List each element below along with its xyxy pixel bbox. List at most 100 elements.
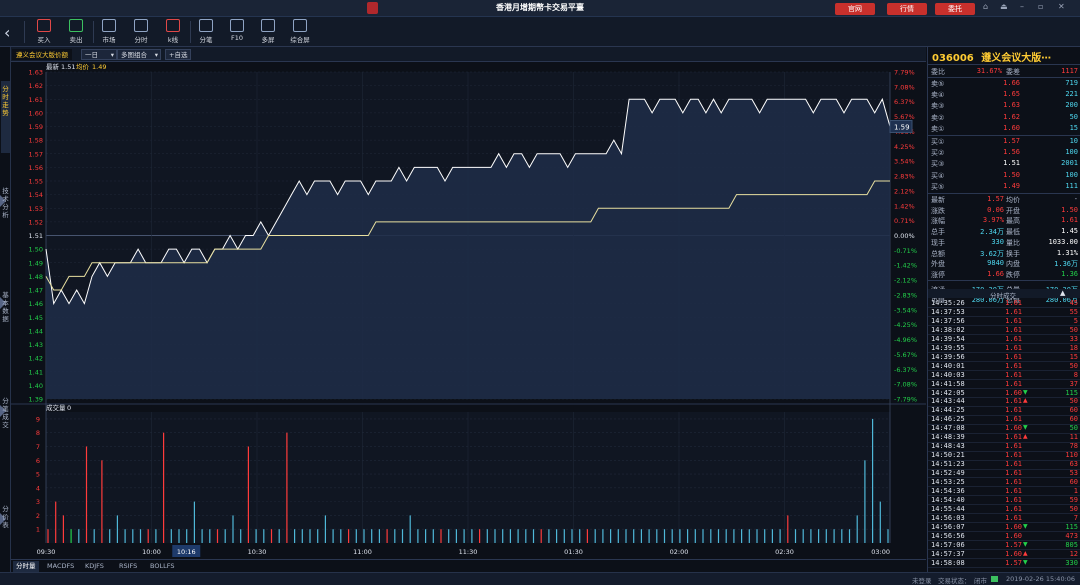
tick-time: 14:56:56	[931, 531, 965, 540]
buy-button[interactable]: 买入	[29, 19, 59, 45]
minimize-icon[interactable]: –	[1020, 2, 1024, 11]
tick-volume: 8	[1073, 370, 1078, 379]
pct-tick-label: -1.42%	[894, 262, 917, 270]
timeshare-label: 分时	[134, 36, 148, 44]
maximize-icon[interactable]: ▫	[1038, 2, 1043, 11]
tab-boll[interactable]: BOLLFS	[147, 561, 177, 572]
close-icon[interactable]: ✕	[1058, 2, 1065, 11]
period-select[interactable]: 一日 ▾	[81, 49, 117, 60]
volume-tick-label: 6	[36, 457, 40, 465]
tick-volume: 50	[1069, 361, 1078, 370]
tick-direction-icon: ▼	[1023, 522, 1028, 530]
kline-button[interactable]: k线	[158, 19, 188, 45]
stat-label: 总额	[931, 249, 945, 258]
quotes-button[interactable]: 行情	[887, 3, 927, 15]
login-status: 未登录	[912, 577, 932, 585]
bid-price: 1.50	[1003, 170, 1020, 179]
tick-time: 14:39:54	[931, 334, 965, 343]
tick-button[interactable]: 分笔	[191, 19, 221, 45]
back-arrow-icon[interactable]: ‹	[4, 23, 10, 42]
tick-time: 14:39:55	[931, 343, 965, 352]
volume-header-value: 0	[67, 404, 71, 412]
dashboard-icon	[293, 19, 307, 32]
multiscreen-button[interactable]: 多屏	[253, 19, 283, 45]
tick-volume: 50	[1069, 504, 1078, 513]
tab-rsi[interactable]: RSIFS	[116, 561, 140, 572]
pct-tick-label: 0.00%	[894, 232, 915, 240]
rail-item-technical[interactable]: 技术分析	[1, 187, 10, 227]
combo-select[interactable]: 多图组合 ▾	[117, 49, 161, 60]
price-tick-label: 1.57	[29, 150, 43, 158]
tab-macd[interactable]: MACDFS	[44, 561, 77, 572]
add-watchlist-button[interactable]: +自选	[165, 49, 192, 60]
timeshare-chart[interactable]: 最新 1.51 均价 1.49成交量 01.631.621.611.601.591.58…	[11, 62, 926, 571]
price-tick-label: 1.39	[29, 396, 43, 404]
price-tick-label: 1.45	[29, 314, 43, 322]
home-icon[interactable]: ⌂	[983, 2, 988, 11]
price-header-latest: 1.51	[61, 63, 75, 71]
scroll-up-icon[interactable]: ▲	[1060, 289, 1065, 297]
bid-label: 买⑤	[931, 182, 945, 191]
bid-label: 买③	[931, 160, 945, 169]
tick-price: 1.61	[1005, 495, 1022, 504]
tick-time: 14:54:36	[931, 486, 965, 495]
price-tick-label: 1.48	[29, 273, 43, 281]
stat-value: 1.50	[1061, 205, 1078, 214]
rail-item-ticks[interactable]: 分笔成交	[1, 397, 10, 437]
price-tick-label: 1.46	[29, 300, 43, 308]
tick-price: 1.61	[1005, 299, 1022, 307]
price-tick-label: 1.61	[29, 96, 43, 104]
dashboard-button[interactable]: 综合屏	[285, 19, 315, 45]
tick-volume: 330	[1065, 558, 1078, 567]
rail-item-fundamentals[interactable]: 基本数据	[1, 291, 10, 331]
official-site-button[interactable]: 官网	[835, 3, 875, 15]
tick-time: 14:40:03	[931, 370, 965, 379]
ask-price: 1.63	[1003, 101, 1020, 110]
toolbar: ‹ 买入 卖出 市场 分时 k线 分笔 F10 多屏 综合屏	[0, 17, 1080, 47]
time-tick-label: 11:30	[459, 548, 478, 556]
market-button[interactable]: 市场	[94, 19, 124, 45]
skin-icon[interactable]: ⏏	[1000, 2, 1008, 11]
period-value: 一日	[85, 51, 98, 59]
volume-tick-label: 3	[36, 498, 40, 506]
time-tick-label: 10:00	[142, 548, 161, 556]
f10-button[interactable]: F10	[222, 19, 252, 45]
volume-tick-label: 4	[36, 484, 40, 492]
stock-name-tab[interactable]: 遵义会议大版价额	[12, 49, 72, 60]
ask-volume: 200	[1065, 101, 1078, 110]
tick-volume: 5	[1073, 316, 1078, 325]
ask-volume: 15	[1069, 123, 1078, 132]
price-tick-label: 1.52	[29, 218, 43, 226]
rail-item-timeshare[interactable]: 分时走势	[1, 81, 10, 153]
tick-label: 分笔	[199, 36, 213, 44]
tick-volume: 55	[1069, 307, 1078, 316]
tab-volume[interactable]: 分时量	[13, 561, 39, 572]
tick-price: 1.61	[1005, 415, 1022, 424]
ask-price: 1.60	[1003, 123, 1020, 132]
tick-volume: 63	[1069, 460, 1078, 469]
stat-value: 3.62万	[980, 249, 1004, 258]
timeshare-button[interactable]: 分时	[126, 19, 156, 45]
stat-label: 跌停	[1006, 270, 1020, 279]
pct-tick-label: -5.67%	[894, 351, 917, 359]
price-tick-label: 1.49	[29, 259, 43, 267]
order-button[interactable]: 委托	[935, 3, 975, 15]
time-tick-label: 02:00	[670, 548, 689, 556]
trade-state: 闭市	[974, 577, 987, 585]
tick-time: 14:41:58	[931, 379, 965, 388]
tick-volume: 473	[1065, 531, 1078, 540]
price-tick-label: 1.53	[29, 205, 43, 213]
tick-direction-icon: ▲	[1023, 549, 1028, 557]
price-tick-label: 1.59	[29, 123, 43, 131]
tick-time: 14:38:02	[931, 325, 965, 334]
rail-item-price-table[interactable]: 分价表	[1, 505, 10, 539]
tick-price: 1.61	[1005, 361, 1022, 370]
tick-time: 14:51:23	[931, 460, 965, 469]
sell-button[interactable]: 卖出	[61, 19, 91, 45]
ask-price: 1.66	[1003, 79, 1020, 87]
tick-time: 14:50:21	[931, 451, 965, 460]
tick-price: 1.61	[1005, 343, 1022, 352]
tab-kdj[interactable]: KDJFS	[82, 561, 107, 572]
tick-price: 1.61	[1005, 451, 1022, 460]
tick-time: 14:53:25	[931, 478, 965, 486]
